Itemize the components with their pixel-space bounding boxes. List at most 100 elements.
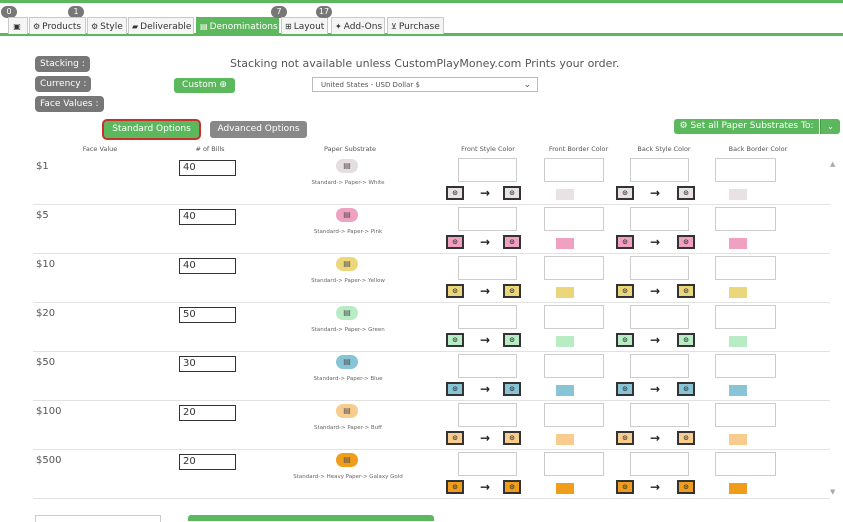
back-style-color-box[interactable]	[630, 452, 689, 476]
tab-products-label: Products	[42, 22, 82, 32]
paper-substrate-label: Standard-> Paper-> White	[311, 180, 385, 186]
plugin-icon: ✦	[335, 22, 342, 31]
face-values-label: Face Values :	[35, 96, 104, 112]
front-border-color-box[interactable]	[544, 354, 604, 378]
bill-icon: ⊙	[677, 333, 695, 347]
front-border-color-swatch	[556, 287, 574, 298]
front-border-color-box[interactable]	[544, 207, 604, 231]
back-border-color-box[interactable]	[715, 354, 776, 378]
tab-layout[interactable]: ⊞ Layout	[281, 17, 328, 34]
currency-select[interactable]: United States - USD Dollar $ ⌄	[312, 77, 538, 92]
front-style-color-box[interactable]	[458, 452, 517, 476]
back-style-color-box[interactable]	[630, 256, 689, 280]
tab-images[interactable]: ▣	[8, 17, 28, 34]
tab-deliverable[interactable]: ▰ Deliverable	[128, 17, 194, 34]
advanced-options-button[interactable]: Advanced Options	[210, 121, 307, 138]
front-border-color-swatch	[556, 189, 574, 200]
image-icon: ▣	[13, 22, 21, 31]
arrow-right-icon: →	[650, 431, 661, 445]
bill-icon: ⊙	[616, 186, 634, 200]
paper-substrate-label: Standard-> Paper-> Blue	[313, 376, 383, 382]
paper-substrate-icon[interactable]: ▤	[336, 306, 358, 320]
table-row: $500 20 ▤ Standard-> Heavy Paper-> Galax…	[33, 449, 830, 499]
back-border-color-swatch	[729, 434, 747, 445]
front-border-color-box[interactable]	[544, 158, 604, 182]
back-border-color-box[interactable]	[715, 158, 776, 182]
set-all-paper-substrates-button[interactable]: ⚙ Set all Paper Substrates To:	[674, 119, 819, 134]
bills-input[interactable]: 30	[179, 356, 236, 372]
front-style-color-box[interactable]	[458, 305, 517, 329]
bills-input[interactable]: 50	[179, 307, 236, 323]
tab-bar-top-line	[0, 0, 843, 3]
front-style-color-box[interactable]	[458, 207, 517, 231]
bills-input[interactable]: 20	[179, 405, 236, 421]
bill-icon: ⊙	[616, 382, 634, 396]
back-border-color-swatch	[729, 189, 747, 200]
scroll-down-icon[interactable]: ▼	[830, 488, 835, 496]
currency-select-value: United States - USD Dollar $	[321, 81, 420, 89]
back-border-color-box[interactable]	[715, 256, 776, 280]
tab-add-ons[interactable]: ✦ Add-Ons	[331, 17, 385, 34]
stacking-message: Stacking not available unless CustomPlay…	[230, 57, 620, 70]
face-value: $5	[36, 210, 49, 221]
paper-substrate-icon[interactable]: ▤	[336, 453, 358, 467]
front-style-color-box[interactable]	[458, 158, 517, 182]
front-border-color-box[interactable]	[544, 305, 604, 329]
front-border-color-box[interactable]	[544, 452, 604, 476]
col-header-face-value: Face Value	[82, 145, 118, 153]
back-style-color-box[interactable]	[630, 403, 689, 427]
bill-icon: ⊙	[503, 382, 521, 396]
standard-options-button[interactable]: Standard Options	[104, 121, 199, 138]
bill-icon: ⊙	[503, 431, 521, 445]
truck-icon: ▰	[132, 22, 139, 31]
paper-substrate-icon[interactable]: ▤	[336, 257, 358, 271]
tab-purchase[interactable]: ⊻ Purchase	[387, 17, 444, 34]
paper-substrate-icon[interactable]: ▤	[336, 159, 358, 173]
front-border-color-swatch	[556, 483, 574, 494]
front-style-color-box[interactable]	[458, 403, 517, 427]
bill-icon: ⊙	[677, 431, 695, 445]
arrow-right-icon: →	[480, 235, 491, 249]
front-style-color-box[interactable]	[458, 354, 517, 378]
arrow-right-icon: →	[650, 480, 661, 494]
face-value: $20	[36, 308, 56, 319]
tab-denominations[interactable]: ▤ Denominations	[196, 17, 279, 34]
paper-substrate-icon[interactable]: ▤	[336, 355, 358, 369]
arrow-right-icon: →	[480, 480, 491, 494]
back-border-color-box[interactable]	[715, 207, 776, 231]
front-border-color-box[interactable]	[544, 256, 604, 280]
front-border-color-box[interactable]	[544, 403, 604, 427]
paper-substrate-label: Standard-> Paper-> Yellow	[311, 278, 385, 284]
front-border-color-swatch	[556, 434, 574, 445]
tab-products[interactable]: ⚙ Products	[29, 17, 86, 34]
bills-input[interactable]: 40	[179, 258, 236, 274]
bill-icon: ⊙	[503, 333, 521, 347]
bottom-button[interactable]	[188, 515, 434, 521]
arrow-right-icon: →	[480, 186, 491, 200]
scroll-up-icon[interactable]: ▲	[830, 160, 835, 168]
front-style-color-box[interactable]	[458, 256, 517, 280]
arrow-right-icon: →	[480, 284, 491, 298]
set-all-dropdown-toggle[interactable]: ⌄	[820, 119, 840, 134]
bills-input[interactable]: 40	[179, 160, 236, 176]
back-border-color-box[interactable]	[715, 403, 776, 427]
back-style-color-box[interactable]	[630, 158, 689, 182]
bill-icon: ⊙	[503, 235, 521, 249]
bill-icon: ⊙	[677, 186, 695, 200]
paper-substrate-icon[interactable]: ▤	[336, 208, 358, 222]
col-header-front-border-color: Front Border Color	[548, 145, 609, 153]
gears-icon: ⚙	[91, 22, 99, 31]
back-style-color-box[interactable]	[630, 354, 689, 378]
back-border-color-box[interactable]	[715, 452, 776, 476]
face-value: $100	[36, 406, 62, 417]
back-border-color-box[interactable]	[715, 305, 776, 329]
back-style-color-box[interactable]	[630, 305, 689, 329]
paper-substrate-icon[interactable]: ▤	[336, 404, 358, 418]
face-value: $1	[36, 161, 49, 172]
back-style-color-box[interactable]	[630, 207, 689, 231]
bills-input[interactable]: 40	[179, 209, 236, 225]
arrow-right-icon: →	[480, 333, 491, 347]
tab-style[interactable]: ⚙ Style	[87, 17, 127, 34]
bills-input[interactable]: 20	[179, 454, 236, 470]
custom-currency-button[interactable]: Custom ⊕	[174, 78, 235, 93]
